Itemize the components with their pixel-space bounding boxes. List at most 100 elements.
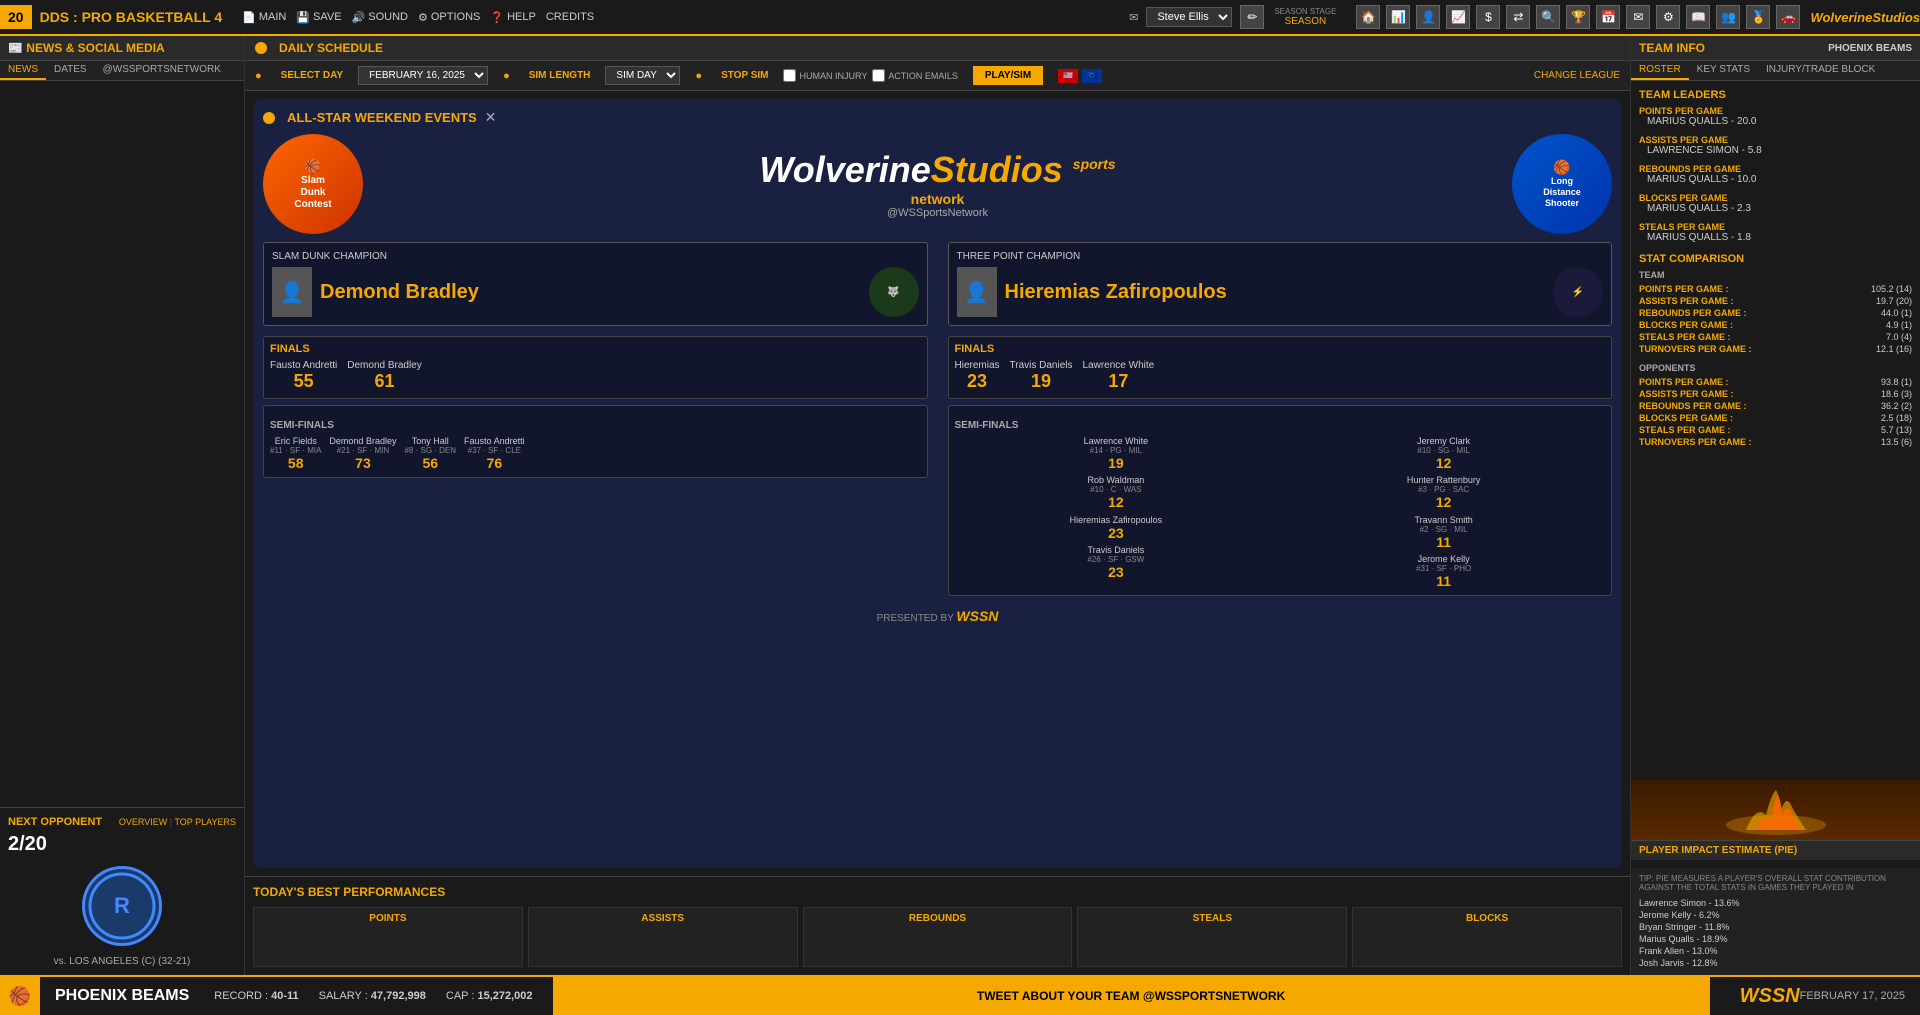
team-name-bottom: PHOENIX BEAMS xyxy=(40,987,204,1005)
sim-length-dropdown[interactable]: SIM DAY xyxy=(605,66,680,85)
search-icon[interactable]: 🔍 xyxy=(1536,5,1560,29)
tab-wssn[interactable]: @WSSPORTSNETWORK xyxy=(95,61,229,80)
slam-semi-2: Demond Bradley #21 · SF · MIN 73 xyxy=(329,436,396,471)
human-injury-check[interactable]: HUMAN INJURY xyxy=(783,69,867,82)
best-performances-header: TODAY'S BEST PERFORMANCES xyxy=(253,885,1622,899)
chart-icon[interactable]: 📈 xyxy=(1446,5,1470,29)
allstar-title: ALL-STAR WEEKEND EVENTS xyxy=(287,110,477,125)
home-icon[interactable]: 🏠 xyxy=(1356,5,1380,29)
edit-user-icon[interactable]: ✏ xyxy=(1240,5,1264,29)
tab-news[interactable]: NEWS xyxy=(0,61,46,80)
nav-options[interactable]: ⚙ OPTIONS xyxy=(418,11,480,24)
badge-icon[interactable]: 🏅 xyxy=(1746,5,1770,29)
best-steals-col: STEALS xyxy=(1077,907,1347,967)
calendar-icon[interactable]: 📅 xyxy=(1596,5,1620,29)
three-finalist-3: Lawrence White 17 xyxy=(1083,360,1155,392)
three-champ-label: THREE POINT CHAMPION xyxy=(957,251,1604,262)
team-info-name: PHOENIX BEAMS xyxy=(1828,43,1912,54)
long-distance-badge: 🏀 LongDistanceShooter xyxy=(1512,134,1612,234)
pie-player-5: Frank Allen - 13.0% xyxy=(1639,945,1912,957)
team-stat-blocks: BLOCKS PER GAME : 4.9 (1) xyxy=(1639,319,1912,331)
best-points-col: POINTS xyxy=(253,907,523,967)
play-sim-button[interactable]: PLAY/SIM xyxy=(973,66,1043,85)
top-players-link[interactable]: TOP PLAYERS xyxy=(174,817,236,827)
mail-icon[interactable]: ✉ xyxy=(1626,5,1650,29)
select-day-dropdown[interactable]: FEBRUARY 16, 2025 xyxy=(358,66,488,85)
nav-sound[interactable]: 🔊 SOUND xyxy=(352,11,408,24)
cap-area: CAP : 15,272,002 xyxy=(446,990,533,1002)
slam-finalist-2: Demond Bradley 61 xyxy=(347,360,421,392)
team-stats-label: TEAM xyxy=(1639,270,1912,280)
nav-help[interactable]: ❓ HELP xyxy=(490,11,535,24)
overview-link[interactable]: OVERVIEW xyxy=(119,817,167,827)
season-stage-value: SEASON xyxy=(1274,16,1336,27)
team-stat-assists: ASSISTS PER GAME : 19.7 (20) xyxy=(1639,295,1912,307)
leaders-title: TEAM LEADERS xyxy=(1639,89,1912,101)
team-stat-rebounds: REBOUNDS PER GAME : 44.0 (1) xyxy=(1639,307,1912,319)
leader-points: POINTS PER GAME MARIUS QUALLS - 20.0 xyxy=(1639,106,1912,127)
app-title: DDS : PRO BASKETBALL 4 xyxy=(40,9,223,25)
tab-dates[interactable]: DATES xyxy=(46,61,95,80)
three-semi-col2: Jeremy Clark #10 · SG · MIL 12 Hunter Ra… xyxy=(1282,436,1605,510)
three-finalist-1: Hieremias 23 xyxy=(955,360,1000,392)
pie-player-2: Jerome Kelly - 6.2% xyxy=(1639,909,1912,921)
nav-save[interactable]: 💾 SAVE xyxy=(296,11,341,24)
opp-stat-blocks: BLOCKS PER GAME : 2.5 (18) xyxy=(1639,412,1912,424)
date-bottom: FEBRUARY 17, 2025 xyxy=(1800,990,1920,1002)
user-select[interactable]: Steve Ellis xyxy=(1146,7,1232,27)
book-icon[interactable]: 📖 xyxy=(1686,5,1710,29)
stats-icon[interactable]: 📊 xyxy=(1386,5,1410,29)
action-emails-check[interactable]: ACTION EMAILS xyxy=(872,69,958,82)
team-logo-bottom: 🏀 xyxy=(0,977,40,1015)
flame-decoration xyxy=(1631,780,1920,840)
leader-rebounds: REBOUNDS PER GAME MARIUS QUALLS - 10.0 xyxy=(1639,164,1912,185)
settings2-icon[interactable]: ⚙ xyxy=(1656,5,1680,29)
team-info-title: TEAM INFO xyxy=(1639,41,1705,55)
car-icon[interactable]: 🚗 xyxy=(1776,5,1800,29)
nav-main[interactable]: 📄 MAIN xyxy=(242,11,286,24)
record-area: RECORD : 40-11 xyxy=(214,990,298,1002)
human-injury-checkbox[interactable] xyxy=(783,69,796,82)
tab-key-stats[interactable]: KEY STATS xyxy=(1689,61,1758,80)
leader-steals: STEALS PER GAME MARIUS QUALLS - 1.8 xyxy=(1639,222,1912,243)
slam-semi-1: Eric Fields #11 · SF · MIA 58 xyxy=(270,436,321,471)
slam-semi-3: Tony Hall #8 · SG · DEN 56 xyxy=(404,436,456,471)
season-stage-label: SEASON STAGE xyxy=(1274,7,1336,16)
team-stat-steals: STEALS PER GAME : 7.0 (4) xyxy=(1639,331,1912,343)
wssn-logo-top: WolverineStudios xyxy=(1810,10,1920,25)
dollar-icon[interactable]: $ xyxy=(1476,5,1500,29)
slam-finals-title: FINALS xyxy=(270,343,921,355)
leader-blocks: BLOCKS PER GAME MARIUS QUALLS - 2.3 xyxy=(1639,193,1912,214)
best-blocks-col: BLOCKS xyxy=(1352,907,1622,967)
wssn-bottom-logo: WSSN xyxy=(1740,985,1800,1008)
slam-semis-title: SEMI-FINALS xyxy=(270,420,921,431)
opp-stat-points: POINTS PER GAME : 93.8 (1) xyxy=(1639,376,1912,388)
wssn-network-label: network xyxy=(363,191,1512,207)
tweet-bar: TWEET ABOUT YOUR TEAM @WSSPORTSNETWORK xyxy=(553,977,1710,1015)
leader-assists: ASSISTS PER GAME LAWRENCE SIMON - 5.8 xyxy=(1639,135,1912,156)
next-opponent-team: vs. LOS ANGELES (C) (32-21) xyxy=(8,956,236,967)
trophy-icon[interactable]: 🏆 xyxy=(1566,5,1590,29)
stop-sim-label: STOP SIM xyxy=(721,70,768,81)
opp-stat-assists: ASSISTS PER GAME : 18.6 (3) xyxy=(1639,388,1912,400)
three-semi-col1: Lawrence White #14 · PG · MIL 19 Rob Wal… xyxy=(955,436,1278,510)
tab-roster[interactable]: ROSTER xyxy=(1631,61,1689,80)
trade-icon[interactable]: ⇄ xyxy=(1506,5,1530,29)
tab-injury-trade[interactable]: INJURY/TRADE BLOCK xyxy=(1758,61,1883,80)
people-icon[interactable]: 👥 xyxy=(1716,5,1740,29)
daily-schedule-title: DAILY SCHEDULE xyxy=(279,41,383,55)
svg-text:R: R xyxy=(114,893,130,918)
nav-credits[interactable]: CREDITS xyxy=(546,11,594,24)
players-icon[interactable]: 👤 xyxy=(1416,5,1440,29)
three-semis-title: SEMI-FINALS xyxy=(955,420,1606,431)
opp-stat-steals: STEALS PER GAME : 5.7 (13) xyxy=(1639,424,1912,436)
action-emails-checkbox[interactable] xyxy=(872,69,885,82)
pie-description: TIP: PIE MEASURES A PLAYER'S OVERALL STA… xyxy=(1639,874,1912,892)
slam-champ-avatar: 👤 xyxy=(272,267,312,317)
tweet-text: TWEET ABOUT YOUR TEAM @WSSPORTSNETWORK xyxy=(977,989,1285,1003)
slam-champ-name: Demond Bradley xyxy=(320,281,479,304)
allstar-close-icon[interactable]: ✕ xyxy=(485,109,497,126)
pie-player-4: Marius Qualls - 18.9% xyxy=(1639,933,1912,945)
change-league-button[interactable]: CHANGE LEAGUE xyxy=(1534,70,1620,81)
news-content xyxy=(0,81,244,807)
